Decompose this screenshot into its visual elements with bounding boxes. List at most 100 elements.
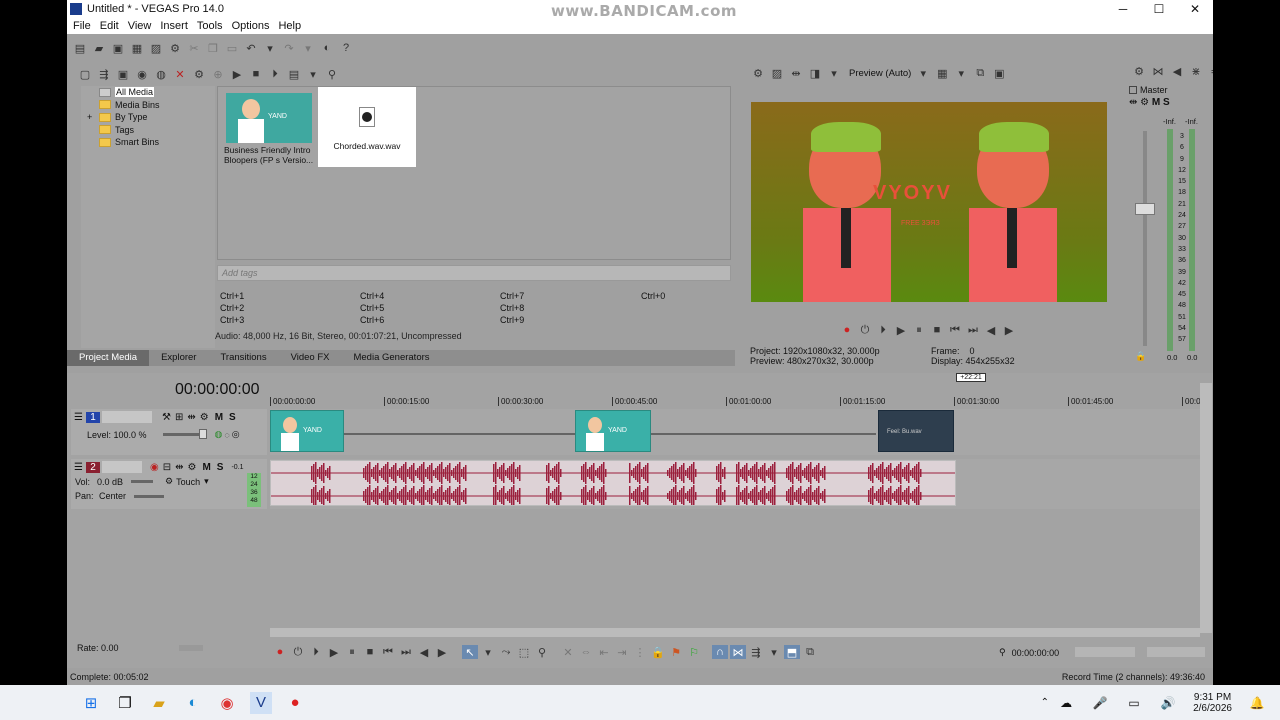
audio-mute-button[interactable]: M — [202, 462, 210, 473]
render-icon[interactable]: ▨ — [148, 41, 164, 55]
compositing-mode-icon[interactable]: ⇹ — [187, 412, 195, 423]
next-frame-icon[interactable]: ▶ — [434, 645, 450, 659]
lock-icon[interactable]: 🔒 — [650, 645, 666, 659]
draw-tool-icon[interactable]: ◐ — [319, 41, 335, 55]
track-name-field[interactable] — [101, 461, 142, 473]
trim-start-icon[interactable]: ⇤ — [596, 645, 612, 659]
snapping-icon[interactable]: ∩ — [712, 645, 728, 659]
overlays-icon[interactable]: ▦ — [934, 66, 950, 80]
level-slider[interactable] — [162, 429, 207, 439]
timeline-timecode[interactable]: 00:00:00:00 — [175, 381, 260, 399]
master-lock-icon[interactable]: 🔒 — [1135, 351, 1146, 362]
master-properties-icon[interactable]: ⚙ — [1131, 64, 1147, 78]
tree-item-tags[interactable]: Tags — [81, 124, 215, 137]
split-icon[interactable]: ⋮ — [632, 645, 648, 659]
selection-tool-icon[interactable]: ⬚ — [516, 645, 532, 659]
play-icon[interactable]: ▶ — [893, 323, 909, 337]
menu-tools[interactable]: Tools — [197, 20, 223, 32]
search-icon[interactable]: ⚲ — [324, 67, 340, 81]
previous-frame-icon[interactable]: ◀ — [416, 645, 432, 659]
delete-icon[interactable]: ✕ — [560, 645, 576, 659]
invert-phase-icon[interactable]: ⊟ — [163, 462, 171, 473]
audio-track-lane[interactable] — [270, 459, 1200, 509]
loop-icon[interactable]: ⏻ — [857, 323, 873, 337]
preview-properties-icon[interactable]: ⚙ — [750, 66, 766, 80]
properties-icon[interactable]: ⚙ — [167, 41, 183, 55]
menu-edit[interactable]: Edit — [100, 20, 119, 32]
tab-video-fx[interactable]: Video FX — [279, 350, 342, 366]
views-dropdown-icon[interactable]: ▾ — [305, 67, 321, 81]
network-icon[interactable]: ▭ — [1123, 692, 1145, 714]
menu-view[interactable]: View — [128, 20, 152, 32]
remove-icon[interactable]: ✕ — [172, 67, 188, 81]
track-collapse-icon[interactable]: ☰ — [74, 462, 83, 473]
downmix-icon[interactable]: ⋇ — [1188, 64, 1204, 78]
minimize-button[interactable]: ─ — [1105, 0, 1141, 18]
selection-length-field[interactable] — [1147, 647, 1205, 657]
undo-icon[interactable]: ↶ — [243, 41, 259, 55]
close-button[interactable]: ✕ — [1177, 0, 1213, 18]
video-clip[interactable]: YAND — [270, 410, 344, 452]
views-icon[interactable]: ▤ — [286, 67, 302, 81]
help-icon[interactable]: ? — [338, 41, 354, 55]
timeline-horizontal-scrollbar[interactable] — [270, 628, 1200, 637]
track-fx-icon[interactable]: ⊞ — [175, 412, 183, 423]
meter-options-icon[interactable]: ⋕ — [1207, 64, 1213, 78]
split-screen-icon[interactable]: ⇹ — [788, 66, 804, 80]
master-settings-icon[interactable]: ⚙ — [1140, 97, 1149, 108]
pause-icon[interactable]: ⏸ — [344, 645, 360, 659]
rate-slider[interactable] — [179, 645, 203, 651]
start-icon[interactable]: ⊞ — [80, 692, 102, 714]
region-icon[interactable]: ⚐ — [686, 645, 702, 659]
onedrive-icon[interactable]: ☁ — [1055, 692, 1077, 714]
go-to-start-icon[interactable]: ⏮ — [947, 323, 963, 337]
web-icon[interactable]: ◍ — [153, 67, 169, 81]
ignore-grouping-icon[interactable]: ⧉ — [802, 645, 818, 659]
notification-icon[interactable]: 🔔 — [1246, 692, 1268, 714]
cursor-time[interactable]: 00:00:00:00 — [1012, 648, 1060, 658]
tab-transitions[interactable]: Transitions — [208, 350, 278, 366]
save-as-icon[interactable]: ▦ — [129, 41, 145, 55]
go-to-start-icon[interactable]: ⏮ — [380, 645, 396, 659]
tab-project-media[interactable]: Project Media — [67, 350, 150, 366]
tab-media-generators[interactable]: Media Generators — [341, 350, 441, 366]
master-fader[interactable] — [1135, 203, 1155, 215]
master-solo-button[interactable]: S — [1163, 97, 1170, 108]
master-fx-chain-icon[interactable]: ⇹ — [1129, 97, 1137, 108]
track-settings-icon[interactable]: ⚙ — [187, 462, 196, 473]
normal-edit-tool-icon[interactable]: ↖ — [462, 645, 478, 659]
master-mute-button[interactable]: M — [1152, 97, 1160, 108]
tray-overflow-icon[interactable]: ⌃ — [1041, 697, 1049, 708]
time-ruler[interactable]: 00:00:00:00 00:00:15:00 00:00:30:00 00:00:4… — [270, 395, 1205, 409]
edge-icon[interactable]: ◐ — [182, 692, 204, 714]
composite-parent-icon[interactable]: ◎ — [232, 429, 240, 440]
maximize-button[interactable]: ☐ — [1141, 0, 1177, 18]
mask-icon[interactable]: ◌ — [224, 430, 229, 440]
lock-envelopes-icon[interactable]: ⬒ — [784, 645, 800, 659]
automation-icon[interactable]: ⚙ — [165, 476, 173, 487]
zoom-tool-icon[interactable]: ⚲ — [534, 645, 550, 659]
paste-icon[interactable]: ▭ — [224, 41, 240, 55]
video-fx-icon[interactable]: ▨ — [769, 66, 785, 80]
track-fx-icon[interactable]: ⇹ — [175, 462, 183, 473]
automation-mode[interactable]: Touch — [176, 477, 200, 487]
track-settings-icon[interactable]: ⚙ — [200, 412, 209, 423]
next-frame-icon[interactable]: ▶ — [1001, 323, 1017, 337]
go-to-end-icon[interactable]: ⏭ — [398, 645, 414, 659]
marker-icon[interactable]: ⚑ — [668, 645, 684, 659]
video-preview[interactable]: VYOYV FREE 3ЭЯЗ — [751, 102, 1107, 302]
selection-start-field[interactable] — [1075, 647, 1135, 657]
video-track-header[interactable]: ☰ 1 ⚒ ⊞ ⇹ ⚙ M S Level: 100.0 % ◍ ◌ ◎ — [71, 409, 267, 455]
loop-region-end-marker[interactable]: +22:21 — [956, 373, 986, 382]
automation-dropdown-icon[interactable]: ▾ — [204, 476, 209, 487]
stop-icon[interactable]: ■ — [929, 323, 945, 337]
task-view-icon[interactable]: ❐ — [114, 692, 136, 714]
trim-end-icon[interactable]: ⇥ — [614, 645, 630, 659]
menu-file[interactable]: File — [73, 20, 91, 32]
extract-audio-icon[interactable]: ◉ — [134, 67, 150, 81]
edit-tool-dropdown-icon[interactable]: ▾ — [480, 645, 496, 659]
tree-item-media-bins[interactable]: Media Bins — [81, 99, 215, 112]
track-name-field[interactable] — [101, 411, 152, 423]
undo-dropdown-icon[interactable]: ▾ — [262, 41, 278, 55]
preview-quality-icon[interactable]: ◨ — [807, 66, 823, 80]
